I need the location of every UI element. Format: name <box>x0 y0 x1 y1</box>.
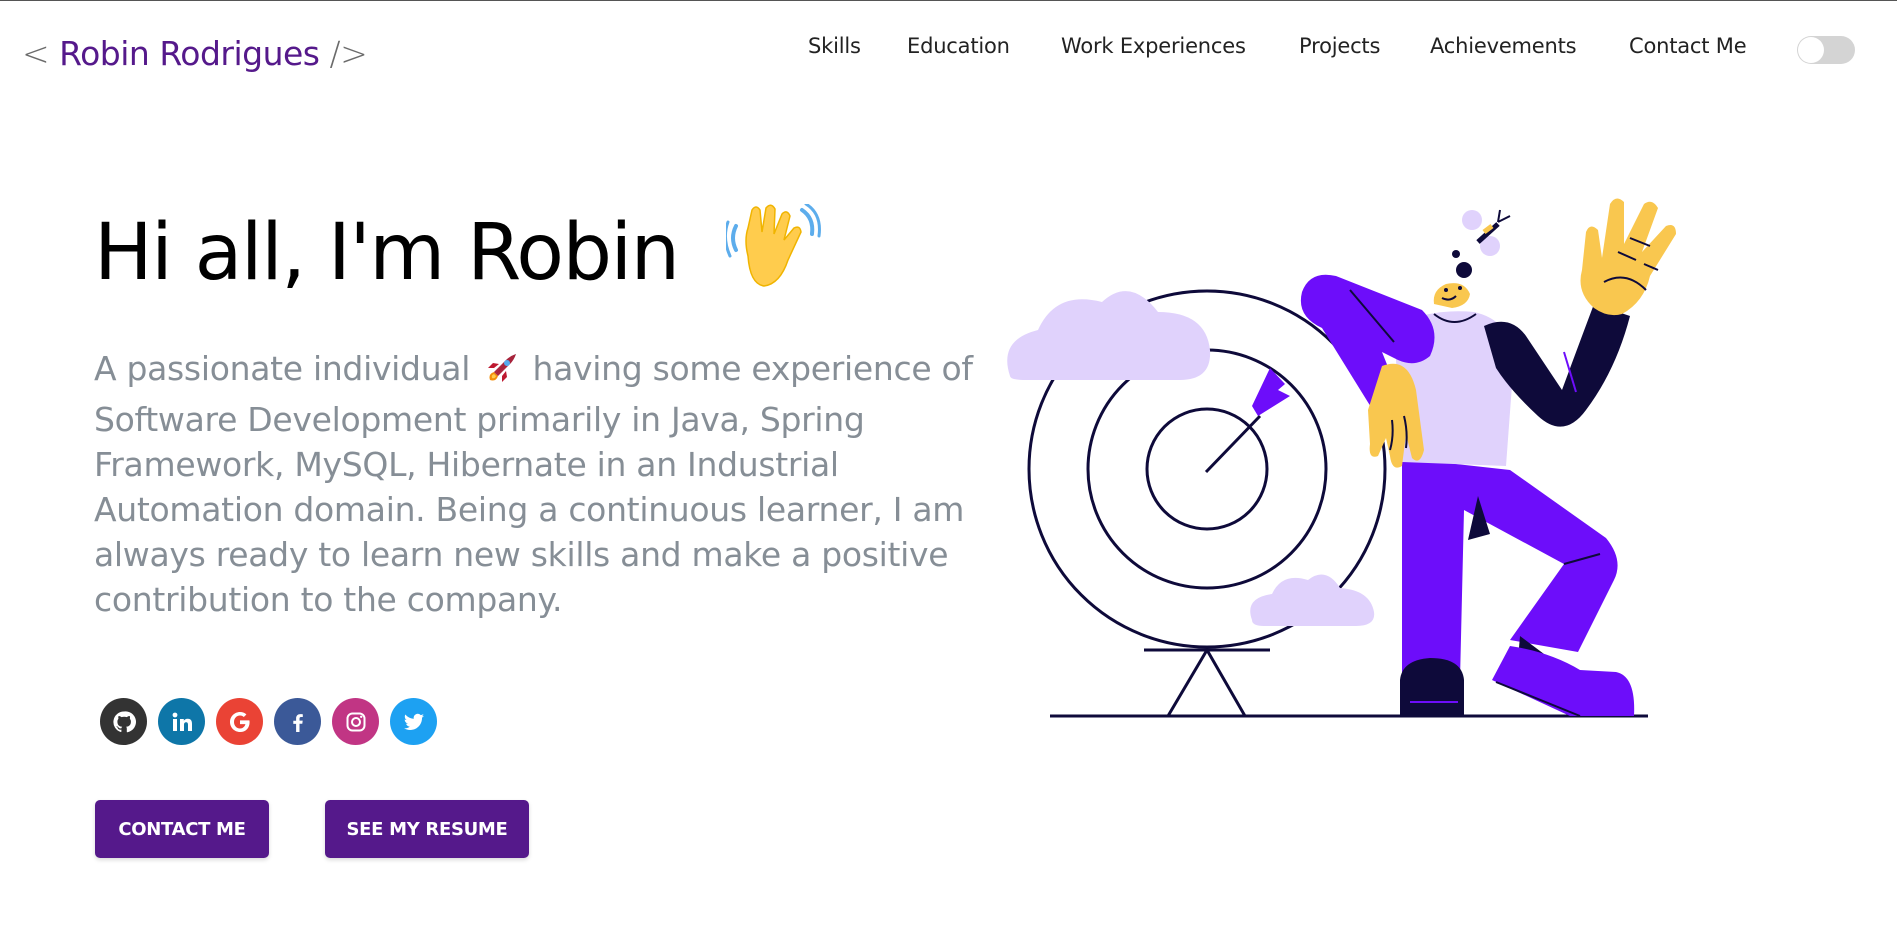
instagram-icon[interactable] <box>332 698 379 745</box>
subtitle-text-start: A passionate individual <box>94 349 471 388</box>
theme-toggle[interactable] <box>1797 36 1855 64</box>
toggle-knob <box>1798 37 1824 63</box>
nav-item-projects[interactable]: Projects <box>1299 34 1380 58</box>
contact-me-button[interactable]: CONTACT ME <box>95 800 269 858</box>
nav-item-contact-me[interactable]: Contact Me <box>1629 34 1747 58</box>
twitter-icon[interactable] <box>390 698 437 745</box>
logo-close-bracket: /> <box>329 34 368 73</box>
waving-hand-icon <box>723 202 822 294</box>
header: < Robin Rodrigues /> Skills Education Wo… <box>0 0 1897 100</box>
nav-item-work-experiences[interactable]: Work Experiences <box>1061 34 1246 58</box>
linkedin-icon[interactable] <box>158 698 205 745</box>
subtitle-text-end: having some experience of Software Devel… <box>94 349 973 619</box>
rocket-icon <box>484 352 518 397</box>
hero-subtitle: A passionate individual having some expe… <box>94 346 974 622</box>
logo-name: Robin Rodrigues <box>59 34 320 73</box>
nav-item-achievements[interactable]: Achievements <box>1430 34 1577 58</box>
logo-open-bracket: < <box>22 34 50 73</box>
nav-item-education[interactable]: Education <box>907 34 1010 58</box>
logo[interactable]: < Robin Rodrigues /> <box>22 34 368 73</box>
facebook-icon[interactable] <box>274 698 321 745</box>
greeting-heading: Hi all, I'm Robin <box>94 208 680 298</box>
person-with-target-illustration <box>1007 198 1676 718</box>
hero-illustration <box>990 180 1730 730</box>
google-icon[interactable] <box>216 698 263 745</box>
github-icon[interactable] <box>100 698 147 745</box>
see-my-resume-button[interactable]: SEE MY RESUME <box>325 800 529 858</box>
nav-item-skills[interactable]: Skills <box>808 34 861 58</box>
